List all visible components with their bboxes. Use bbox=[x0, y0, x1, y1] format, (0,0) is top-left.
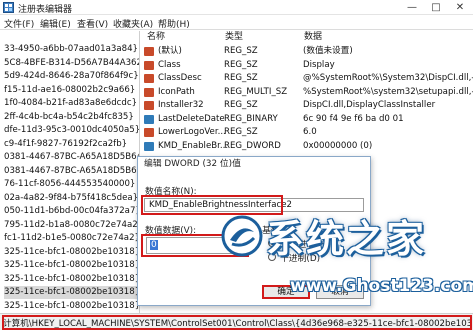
value-data: 6c 90 f4 9e f6 ba d0 01 bbox=[303, 113, 404, 124]
menu-help[interactable]: 帮助(H) bbox=[158, 17, 190, 30]
value-data: %SystemRoot%\system32\setupapi.dll,-1 bbox=[303, 86, 473, 97]
value-row[interactable]: Installer32 REG_SZ DispCI.dll,DisplayCla… bbox=[141, 99, 473, 113]
tree-item[interactable]: 33-4950-a6bb-07aad01a3a84} bbox=[4, 43, 138, 56]
column-header-name[interactable]: 名称 bbox=[147, 31, 165, 44]
value-type: REG_MULTI_SZ bbox=[224, 86, 288, 97]
string-value-icon bbox=[144, 87, 154, 97]
watermark: 系统之家 www.Ghost123.com bbox=[220, 204, 473, 308]
binary-value-icon bbox=[144, 114, 154, 124]
column-header-data[interactable]: 数据 bbox=[304, 31, 322, 44]
menu-bar: 文件(F) 编辑(E) 查看(V) 收藏夹(A) 帮助(H) bbox=[0, 15, 473, 30]
value-data: 6.0 bbox=[303, 127, 317, 137]
tree-item[interactable]: 0381-4467-87BC-A65A18D5B648} bbox=[4, 165, 139, 178]
dialog-title: 编辑 DWORD (32 位)值 bbox=[138, 157, 370, 172]
value-row[interactable]: ClassDesc REG_SZ @%SystemRoot%\System32\… bbox=[141, 72, 473, 86]
value-data: (数值未设置) bbox=[303, 46, 353, 56]
tree-item[interactable]: f15-11d-ae16-08002b2c9a66} bbox=[4, 84, 135, 97]
menu-view[interactable]: 查看(V) bbox=[77, 17, 108, 30]
value-name: LastDeleteDate bbox=[158, 113, 225, 124]
menu-file[interactable]: 文件(F) bbox=[4, 17, 34, 30]
value-data: 0x00000000 (0) bbox=[303, 140, 373, 151]
tree-item[interactable]: 76-11cf-8056-444553540000} bbox=[4, 178, 135, 191]
tree-item[interactable]: fc1-11d2-b1e5-0080c72e74a2} bbox=[4, 232, 139, 245]
tree-item-selected[interactable]: 325-11ce-bfc1-08002be10318} bbox=[4, 286, 139, 299]
string-value-icon bbox=[144, 101, 154, 110]
value-type: REG_DWORD bbox=[224, 140, 281, 151]
value-name: LowerLogoVer... bbox=[158, 127, 226, 137]
value-row[interactable]: (默认) REG_SZ (数值未设置) bbox=[141, 45, 473, 59]
regedit-icon bbox=[3, 2, 14, 13]
tree-item[interactable]: 050-11d1-b6bd-00c04fa372a7} bbox=[4, 205, 139, 218]
string-value-icon bbox=[144, 60, 154, 70]
value-type: REG_SZ bbox=[224, 46, 258, 56]
tree-item[interactable]: 2ff-4c4b-bc4a-b54c2b4fc835} bbox=[4, 111, 134, 124]
tree-item[interactable]: c9-4f1f-9827-76192f2ca2fb} bbox=[4, 138, 127, 151]
menu-edit[interactable]: 编辑(E) bbox=[40, 17, 71, 30]
value-name: Installer32 bbox=[158, 100, 204, 110]
highlight-box bbox=[2, 315, 472, 330]
tree-item[interactable]: 1f0-4084-b21f-ad83a8e6dcdc} bbox=[4, 97, 137, 110]
value-row[interactable]: IconPath REG_MULTI_SZ %SystemRoot%\syste… bbox=[141, 86, 473, 100]
value-name: KMD_EnableBr... bbox=[158, 140, 229, 151]
minimize-button[interactable]: — bbox=[400, 0, 424, 15]
value-type: REG_SZ bbox=[224, 100, 258, 110]
watermark-url: www.Ghost123.com bbox=[290, 276, 473, 296]
value-row[interactable]: Class REG_SZ Display bbox=[141, 59, 473, 73]
menu-favorites[interactable]: 收藏夹(A) bbox=[113, 17, 153, 30]
string-value-icon bbox=[144, 74, 154, 83]
value-name: (默认) bbox=[158, 46, 182, 56]
value-row[interactable]: LastDeleteDate REG_BINARY 6c 90 f4 9e f6… bbox=[141, 113, 473, 127]
value-data: Display bbox=[303, 59, 335, 70]
tree-item[interactable]: 325-11ce-bfc1-08002be10318} bbox=[4, 259, 139, 272]
tree-item[interactable]: 325-11ce-bfc1-08002be10318} bbox=[4, 300, 139, 313]
string-value-icon bbox=[144, 47, 154, 56]
value-row[interactable]: KMD_EnableBr... REG_DWORD 0x00000000 (0) bbox=[141, 140, 473, 154]
tree-item[interactable]: 02a-4a82-9f84-b75f418c5dea} bbox=[4, 192, 138, 205]
key-tree[interactable]: 33-4950-a6bb-07aad01a3a84} 5C8-4BFE-B314… bbox=[0, 31, 140, 313]
tree-item[interactable]: 5d9-424d-8646-28a70f864f9c} bbox=[4, 70, 139, 83]
tree-item[interactable]: 5C8-4BFE-B314-D56A7B44A362} bbox=[4, 57, 139, 70]
value-type: REG_SZ bbox=[224, 59, 258, 70]
watermark-brand: 系统之家 bbox=[266, 217, 427, 261]
value-data: DispCI.dll,DisplayClassInstaller bbox=[303, 100, 436, 110]
value-type: REG_SZ bbox=[224, 73, 258, 83]
title-bar: 注册表编辑器 — □ ✕ bbox=[0, 0, 473, 15]
tree-item[interactable]: 325-11ce-bfc1-08002be10318} bbox=[4, 246, 139, 259]
string-value-icon bbox=[144, 128, 154, 137]
tree-item[interactable]: 795-11d2-b1a8-0080c72e74a2} bbox=[4, 219, 139, 232]
value-type: REG_SZ bbox=[224, 127, 258, 137]
value-row[interactable]: LowerLogoVer... REG_SZ 6.0 bbox=[141, 126, 473, 140]
close-button[interactable]: ✕ bbox=[448, 0, 472, 15]
value-type: REG_BINARY bbox=[224, 113, 278, 124]
window-title: 注册表编辑器 bbox=[18, 5, 73, 15]
tree-item[interactable]: 0381-4467-87BC-A65A18D5B648} bbox=[4, 151, 139, 164]
value-name: IconPath bbox=[158, 86, 195, 97]
maximize-button[interactable]: □ bbox=[424, 0, 448, 15]
value-name: Class bbox=[158, 59, 181, 70]
status-bar: 计算机\HKEY_LOCAL_MACHINE\SYSTEM\ControlSet… bbox=[0, 313, 473, 330]
tree-item[interactable]: dfe-11d3-95c3-0010dc4050a5} bbox=[4, 124, 139, 137]
binary-value-icon bbox=[144, 141, 154, 151]
value-data: @%SystemRoot%\System32\DispCI.dll,-3100 bbox=[303, 73, 473, 83]
watermark-logo-icon bbox=[221, 215, 263, 257]
column-header-type[interactable]: 类型 bbox=[225, 31, 243, 44]
tree-item[interactable]: 325-11ce-bfc1-08002be10318} bbox=[4, 273, 139, 286]
value-name: ClassDesc bbox=[158, 73, 202, 83]
